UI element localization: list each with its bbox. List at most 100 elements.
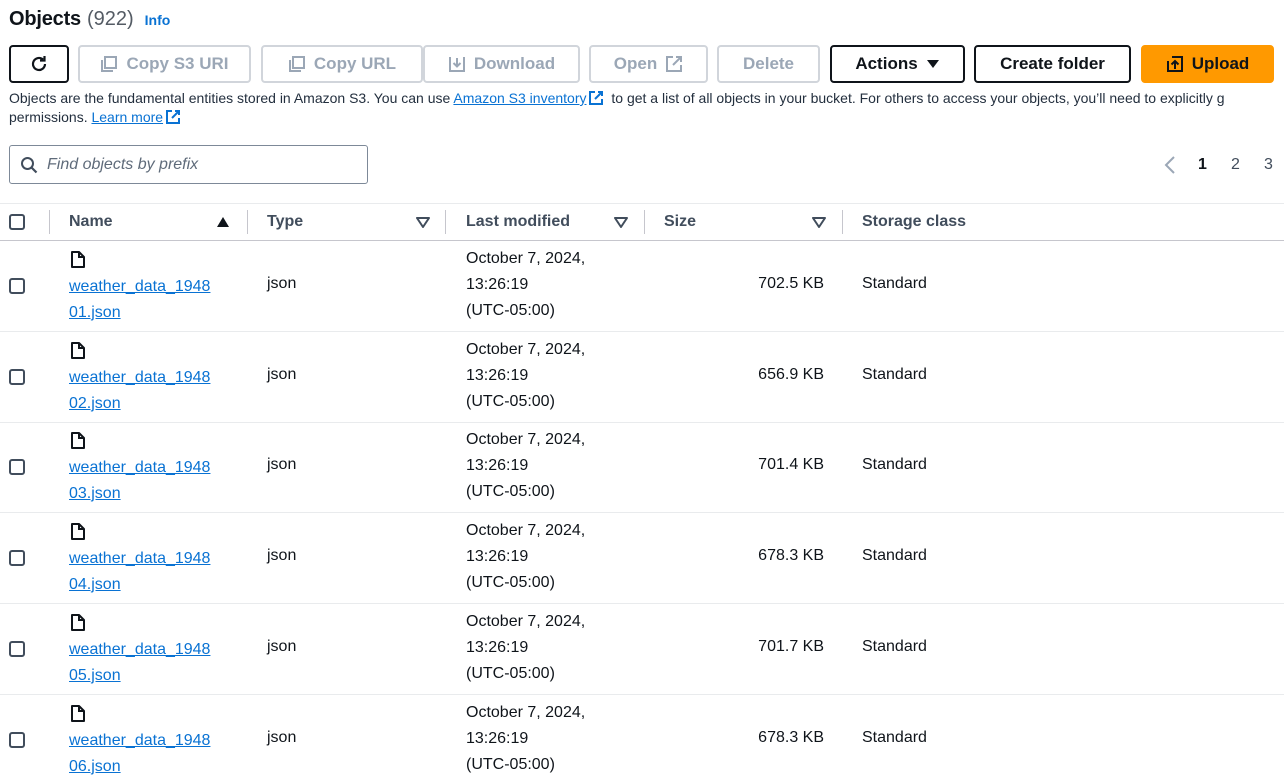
- column-header-last-modified[interactable]: Last modified: [466, 213, 570, 231]
- date-line1: October 7, 2024,: [466, 341, 586, 358]
- object-name-line2: 06.json: [69, 758, 121, 775]
- description-text-3: permissions.: [9, 109, 92, 125]
- open-button[interactable]: Open: [589, 45, 708, 83]
- chevron-left-icon[interactable]: [1160, 155, 1180, 175]
- upload-button[interactable]: Upload: [1141, 45, 1274, 83]
- object-type: json: [267, 456, 297, 473]
- column-divider[interactable]: [445, 210, 446, 234]
- object-name-link[interactable]: weather_data_1948 04.json: [69, 546, 229, 598]
- object-name-link[interactable]: weather_data_1948 02.json: [69, 365, 229, 417]
- copy-icon: [101, 56, 118, 72]
- last-modified: October 7, 2024, 13:26:19 (UTC-05:00): [466, 518, 636, 596]
- download-icon: [448, 57, 465, 72]
- object-name-line1: weather_data_1948: [69, 278, 211, 295]
- delete-label: Delete: [742, 54, 795, 73]
- copy-s3-uri-button[interactable]: Copy S3 URI: [78, 45, 251, 83]
- external-link-icon: [166, 110, 181, 124]
- file-icon: [71, 251, 85, 268]
- date-line2: 13:26:19: [466, 548, 529, 565]
- file-icon: [71, 342, 85, 359]
- object-name-line1: weather_data_1948: [69, 641, 211, 658]
- object-size: 678.3 KB: [758, 729, 824, 746]
- date-line3: (UTC-05:00): [466, 665, 555, 682]
- page-3[interactable]: 3: [1264, 156, 1284, 174]
- object-count: (922): [86, 8, 134, 30]
- copy-url-button[interactable]: Copy URL: [261, 45, 423, 83]
- page-1[interactable]: 1: [1198, 156, 1231, 174]
- object-name-link[interactable]: weather_data_1948 06.json: [69, 728, 229, 780]
- date-line1: October 7, 2024,: [466, 613, 586, 630]
- row-checkbox[interactable]: [9, 369, 25, 385]
- refresh-icon: [31, 56, 47, 72]
- row-checkbox[interactable]: [9, 732, 25, 748]
- copy-icon: [288, 56, 305, 72]
- search-box: [9, 145, 368, 184]
- pagination: 1 2 3: [1160, 154, 1284, 176]
- file-icon: [71, 432, 85, 449]
- column-divider[interactable]: [644, 210, 645, 234]
- refresh-button[interactable]: [9, 45, 69, 83]
- table-row: weather_data_1948 03.json json October 7,…: [0, 422, 1284, 513]
- row-checkbox[interactable]: [9, 459, 25, 475]
- last-modified: October 7, 2024, 13:26:19 (UTC-05:00): [466, 246, 636, 324]
- external-link-icon: [589, 91, 604, 105]
- date-line2: 13:26:19: [466, 457, 529, 474]
- date-line3: (UTC-05:00): [466, 393, 555, 410]
- column-header-storage-class[interactable]: Storage class: [862, 213, 966, 231]
- description-text-2: to get a list of all objects in your buc…: [607, 90, 1225, 106]
- object-name-link[interactable]: weather_data_1948 01.json: [69, 274, 229, 326]
- search-icon: [21, 156, 38, 173]
- column-header-type[interactable]: Type: [267, 213, 303, 231]
- column-header-size[interactable]: Size: [664, 213, 696, 231]
- sort-icon[interactable]: [812, 216, 826, 228]
- row-checkbox[interactable]: [9, 641, 25, 657]
- page-2[interactable]: 2: [1231, 156, 1264, 174]
- object-type: json: [267, 638, 297, 655]
- delete-button[interactable]: Delete: [717, 45, 820, 83]
- object-name-line2: 02.json: [69, 395, 121, 412]
- copy-s3-uri-label: Copy S3 URI: [126, 54, 229, 73]
- search-input[interactable]: [47, 155, 347, 174]
- column-divider[interactable]: [247, 210, 248, 234]
- table-row: weather_data_1948 05.json json October 7,…: [0, 604, 1284, 695]
- sort-icon[interactable]: [614, 216, 628, 228]
- date-line2: 13:26:19: [466, 639, 529, 656]
- object-type: json: [267, 729, 297, 746]
- file-icon: [71, 614, 85, 631]
- file-icon: [71, 523, 85, 540]
- object-size: 678.3 KB: [758, 547, 824, 564]
- select-all-checkbox[interactable]: [9, 214, 25, 230]
- sort-ascending-icon[interactable]: [216, 216, 230, 228]
- table-header: Name Type Last modified Size Storage cla…: [0, 203, 1284, 241]
- row-checkbox[interactable]: [9, 550, 25, 566]
- object-name-link[interactable]: weather_data_1948 05.json: [69, 637, 229, 689]
- object-name-line2: 05.json: [69, 667, 121, 684]
- copy-url-label: Copy URL: [313, 54, 397, 73]
- table-row: weather_data_1948 04.json json October 7,…: [0, 513, 1284, 604]
- download-button[interactable]: Download: [423, 45, 580, 83]
- date-line1: October 7, 2024,: [466, 431, 586, 448]
- actions-dropdown[interactable]: Actions: [830, 45, 965, 83]
- date-line3: (UTC-05:00): [466, 302, 555, 319]
- object-size: 656.9 KB: [758, 366, 824, 383]
- s3-inventory-link[interactable]: Amazon S3 inventory: [453, 90, 586, 106]
- description: Objects are the fundamental entities sto…: [9, 89, 1284, 127]
- date-line3: (UTC-05:00): [466, 483, 555, 500]
- object-name-line2: 03.json: [69, 485, 121, 502]
- storage-class: Standard: [862, 729, 927, 746]
- sort-icon[interactable]: [416, 216, 430, 228]
- storage-class: Standard: [862, 366, 927, 383]
- info-link[interactable]: Info: [145, 12, 171, 28]
- date-line2: 13:26:19: [466, 276, 529, 293]
- column-divider[interactable]: [842, 210, 843, 234]
- learn-more-link[interactable]: Learn more: [91, 109, 163, 125]
- object-name-link[interactable]: weather_data_1948 03.json: [69, 455, 229, 507]
- column-header-name[interactable]: Name: [69, 213, 113, 231]
- external-link-icon: [666, 56, 683, 72]
- download-label: Download: [473, 54, 556, 73]
- row-checkbox[interactable]: [9, 278, 25, 294]
- create-folder-button[interactable]: Create folder: [974, 45, 1131, 83]
- date-line1: October 7, 2024,: [466, 704, 586, 721]
- object-name-line1: weather_data_1948: [69, 732, 211, 749]
- table-row: weather_data_1948 01.json json October 7,…: [0, 241, 1284, 332]
